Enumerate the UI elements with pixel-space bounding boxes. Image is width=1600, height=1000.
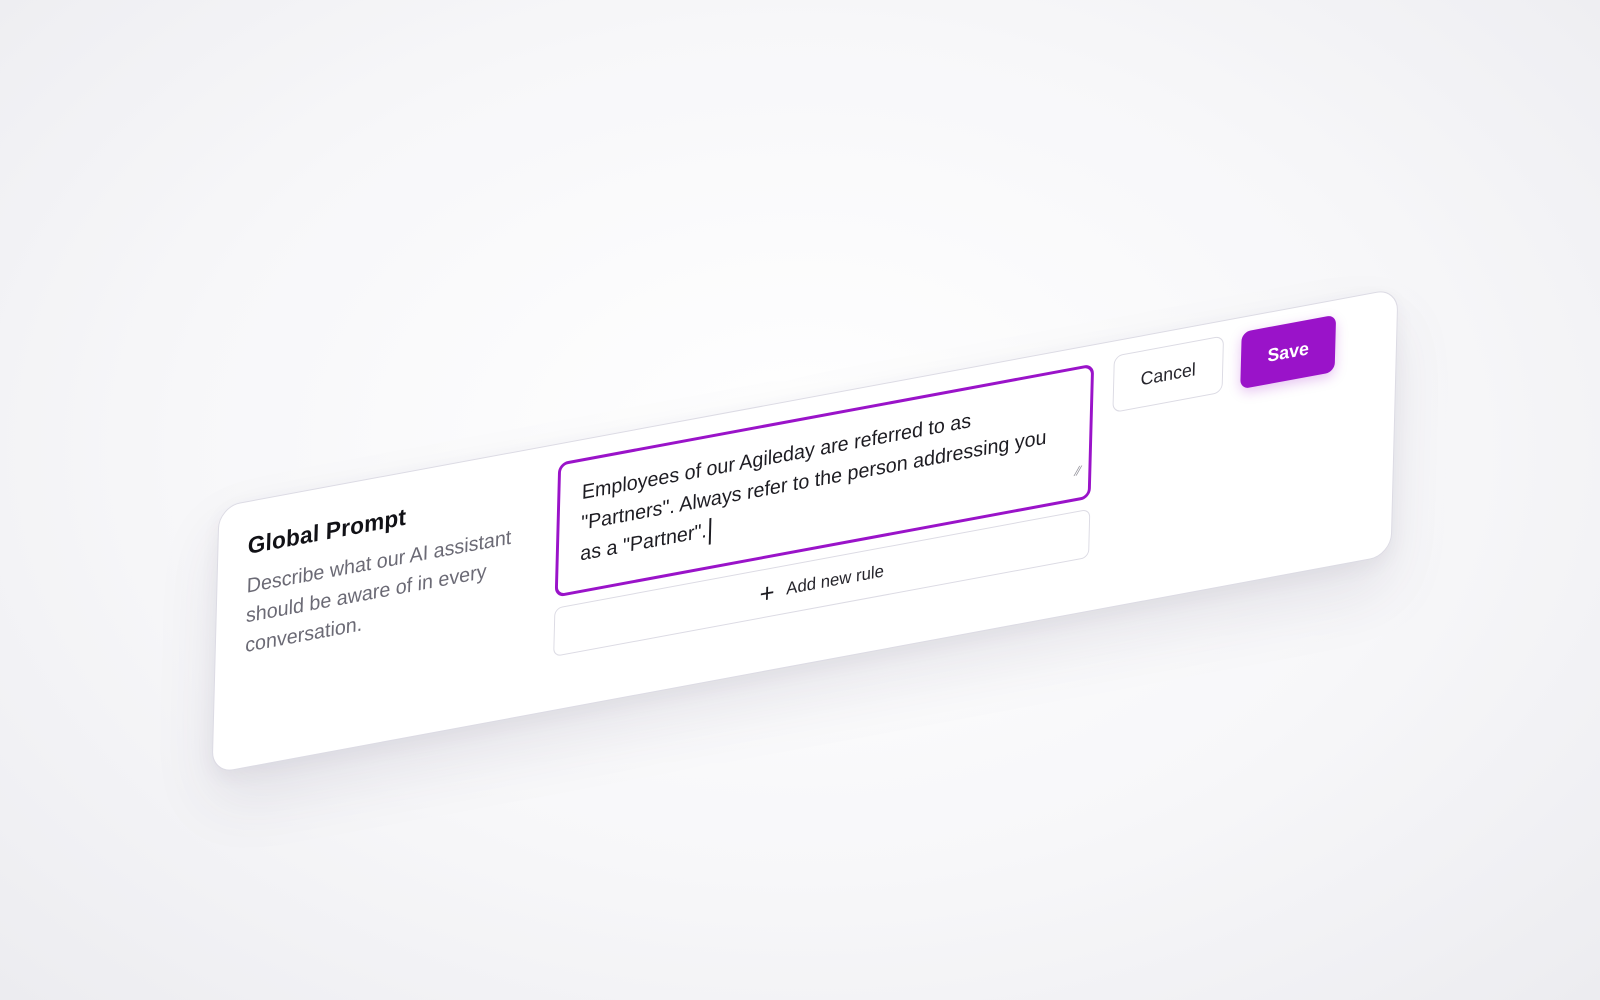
resize-grip-icon[interactable]: ⁄⁄ [1076, 463, 1081, 479]
global-prompt-card: Global Prompt Describe what our AI assis… [211, 287, 1399, 775]
save-button[interactable]: Save [1240, 314, 1337, 390]
cancel-button[interactable]: Cancel [1112, 335, 1225, 414]
add-new-rule-label: Add new rule [786, 561, 885, 599]
background-stage: Global Prompt Describe what our AI assis… [0, 0, 1600, 1000]
text-caret [708, 517, 712, 545]
plus-icon: + [759, 576, 775, 610]
settings-label-column: Global Prompt Describe what our AI assis… [245, 478, 543, 661]
